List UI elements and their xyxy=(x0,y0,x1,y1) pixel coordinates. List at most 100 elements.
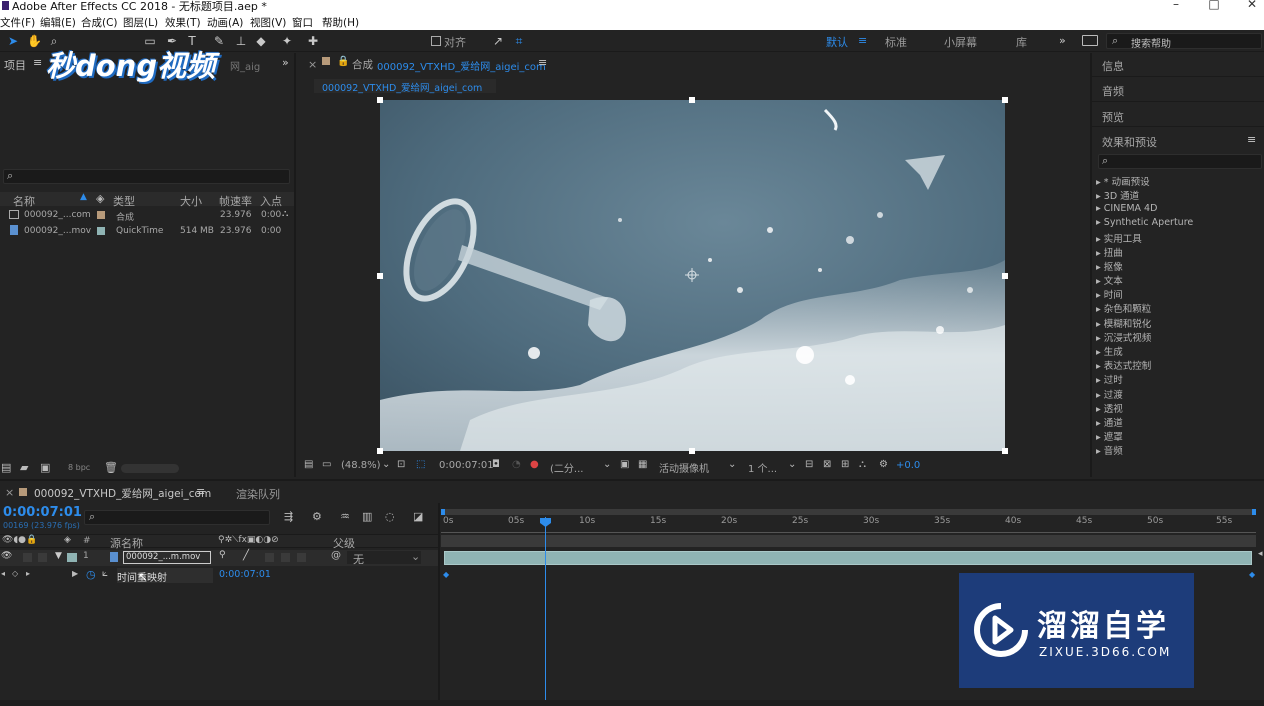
effect-category[interactable]: ▸ 抠像 xyxy=(1096,259,1123,273)
exposure-value[interactable]: +0.0 xyxy=(896,460,920,471)
expand-twirl-icon[interactable]: ▶ xyxy=(72,569,78,578)
eraser-tool-icon[interactable]: ◆ xyxy=(254,34,268,48)
effect-category[interactable]: ▸ Synthetic Aperture xyxy=(1096,217,1193,228)
toggle-mask-icon[interactable]: ▣ xyxy=(620,459,629,470)
keyframe-start[interactable]: ◆ xyxy=(443,570,449,579)
layer-row[interactable]: 👁 ▼ 1 000092_...m.mov ⚲ ╱ @ 无 ⌄ xyxy=(0,550,438,566)
effect-category[interactable]: ▸ CINEMA 4D xyxy=(1096,203,1157,214)
transform-handle[interactable] xyxy=(1002,97,1008,103)
transform-handle[interactable] xyxy=(689,448,695,454)
transform-handle[interactable] xyxy=(377,97,383,103)
view-layout-select[interactable]: 1 个... xyxy=(748,460,777,475)
flowchart-icon[interactable]: ⛬ xyxy=(282,209,288,219)
timeline-tab-name[interactable]: 000092_VTXHD_爱给网_aigei_com xyxy=(34,486,211,501)
menu-view[interactable]: 视图(V) xyxy=(250,15,286,30)
effect-category[interactable]: ▸ 时间 xyxy=(1096,287,1123,301)
current-time[interactable]: 0:00:07:01 xyxy=(439,460,494,471)
effects-search-input[interactable]: ⌕ xyxy=(1098,154,1262,169)
switch-box[interactable] xyxy=(281,553,290,562)
navigator-start-handle[interactable] xyxy=(441,509,445,515)
project-item-footage[interactable]: 000092_...mov QuickTime 514 MB 23.976 0:… xyxy=(0,225,294,240)
effect-category[interactable]: ▸ 遮罩 xyxy=(1096,429,1123,443)
layer-label-swatch[interactable] xyxy=(67,553,77,562)
col-fps[interactable]: 帧速率 xyxy=(219,193,252,209)
effect-category[interactable]: ▸ 生成 xyxy=(1096,344,1123,358)
composition-viewer[interactable] xyxy=(380,100,1005,451)
transform-handle[interactable] xyxy=(1002,448,1008,454)
quality-switch-icon[interactable]: ╱ xyxy=(243,550,249,561)
layer-duration-bar[interactable] xyxy=(444,551,1252,565)
menu-help[interactable]: 帮助(H) xyxy=(322,15,359,30)
timeline-timecode[interactable]: 0:00:07:01 xyxy=(3,505,82,520)
interpret-footage-icon[interactable]: ▤ xyxy=(1,461,11,474)
menu-edit[interactable]: 编辑(E) xyxy=(40,15,76,30)
project-tab[interactable]: 项目 xyxy=(4,57,26,73)
menu-file[interactable]: 文件(F) xyxy=(0,15,35,30)
workspace-standard[interactable]: 标准 xyxy=(885,34,907,50)
av-switches-icon[interactable]: 👁◖●🔒 xyxy=(2,535,37,545)
selection-tool-icon[interactable]: ➤ xyxy=(6,34,20,48)
close-icon[interactable]: ✕ xyxy=(1244,0,1260,11)
menu-layer[interactable]: 图层(L) xyxy=(123,15,158,30)
align-checkbox[interactable] xyxy=(431,36,441,46)
time-ruler[interactable] xyxy=(441,517,1256,533)
effect-category[interactable]: ▸ 沉浸式视频 xyxy=(1096,330,1151,344)
effect-category[interactable]: ▸ 表达式控制 xyxy=(1096,358,1151,372)
lock-icon[interactable]: 🔒 xyxy=(337,56,349,67)
timeline-search-input[interactable]: ⌕ xyxy=(84,510,270,525)
workspace-small-screen[interactable]: 小屏幕 xyxy=(944,34,977,50)
comp-menu-icon[interactable]: ≡ xyxy=(538,56,547,69)
visibility-eye-icon[interactable]: 👁 xyxy=(1,551,12,561)
switch-box[interactable] xyxy=(265,553,274,562)
col-parent[interactable]: 父级 xyxy=(333,535,355,551)
transform-handle[interactable] xyxy=(377,273,383,279)
shy-layers-icon[interactable]: ♒ xyxy=(340,510,350,523)
hand-tool-icon[interactable]: ✋ xyxy=(27,34,42,48)
project-scrollbar[interactable] xyxy=(121,464,179,473)
exposure-icon[interactable]: ⚙ xyxy=(879,459,888,470)
workspace-menu-icon[interactable]: ≡ xyxy=(858,34,867,47)
panel-overflow-icon[interactable]: » xyxy=(282,56,289,69)
color-channel-icon[interactable]: ● xyxy=(530,459,539,470)
flowchart-icon[interactable]: ⛬ xyxy=(859,459,866,470)
col-size[interactable]: 大小 xyxy=(180,193,202,209)
add-keyframe-icon[interactable]: ◇ xyxy=(12,569,18,578)
effect-category[interactable]: ▸ 杂色和颗粒 xyxy=(1096,301,1151,315)
scroll-arrow-icon[interactable]: ◂ xyxy=(1258,549,1263,559)
comp-tab-name[interactable]: 000092_VTXHD_爱给网_aigei_com xyxy=(377,58,546,73)
switch-box[interactable] xyxy=(297,553,306,562)
timeline-icon[interactable]: ⊞ xyxy=(841,459,849,470)
effects-menu-icon[interactable]: ≡ xyxy=(1247,133,1256,146)
keyframe-end[interactable]: ◆ xyxy=(1249,570,1255,579)
expand-twirl-icon[interactable]: ▼ xyxy=(55,551,62,561)
toggle-pixel-aspect-icon[interactable]: ⊟ xyxy=(805,459,813,470)
effects-panel-title[interactable]: 效果和预设 xyxy=(1102,134,1157,150)
motion-blur-icon[interactable]: ◌ xyxy=(385,510,395,523)
new-comp-icon[interactable]: ▣ xyxy=(40,461,50,474)
show-snapshot-icon[interactable]: ◔ xyxy=(512,459,521,470)
stopwatch-icon[interactable]: ◷ xyxy=(86,568,96,581)
label-tag-icon[interactable]: ◈ xyxy=(96,192,104,205)
chevron-down-icon[interactable]: ⌄ xyxy=(411,550,420,563)
preview-panel[interactable]: 预览 xyxy=(1092,103,1264,127)
sort-ascending-icon[interactable]: ▲ xyxy=(80,192,87,202)
col-type[interactable]: 类型 xyxy=(113,193,135,209)
maximize-icon[interactable]: □ xyxy=(1206,0,1222,11)
effect-category[interactable]: ▸ 过时 xyxy=(1096,372,1123,386)
transform-handle[interactable] xyxy=(689,97,695,103)
always-preview-icon[interactable]: ▤ xyxy=(304,459,313,470)
resolution-select[interactable]: (二分... xyxy=(550,460,583,475)
effect-category[interactable]: ▸ 文本 xyxy=(1096,273,1123,287)
effect-category[interactable]: ▸ 模糊和锐化 xyxy=(1096,316,1151,330)
col-source-name[interactable]: 源名称 xyxy=(110,535,143,551)
layer-switches-icon[interactable]: ⚲✲⟍fx▣◐◑⊘ xyxy=(218,535,279,545)
more-workspaces-icon[interactable]: » xyxy=(1059,34,1066,47)
label-tag-icon[interactable]: ◈ xyxy=(64,535,71,545)
shy-switch-icon[interactable]: ⚲ xyxy=(219,550,226,560)
effect-category[interactable]: ▸ 过渡 xyxy=(1096,387,1123,401)
audio-panel[interactable]: 音频 xyxy=(1092,78,1264,102)
help-search-field[interactable]: ⌕ 搜索帮助 xyxy=(1106,33,1262,50)
time-navigator[interactable] xyxy=(441,509,1256,515)
comp-mini-flowchart-icon[interactable]: ⇶ xyxy=(284,510,293,523)
chevron-down-icon[interactable]: ⌄ xyxy=(382,459,390,470)
